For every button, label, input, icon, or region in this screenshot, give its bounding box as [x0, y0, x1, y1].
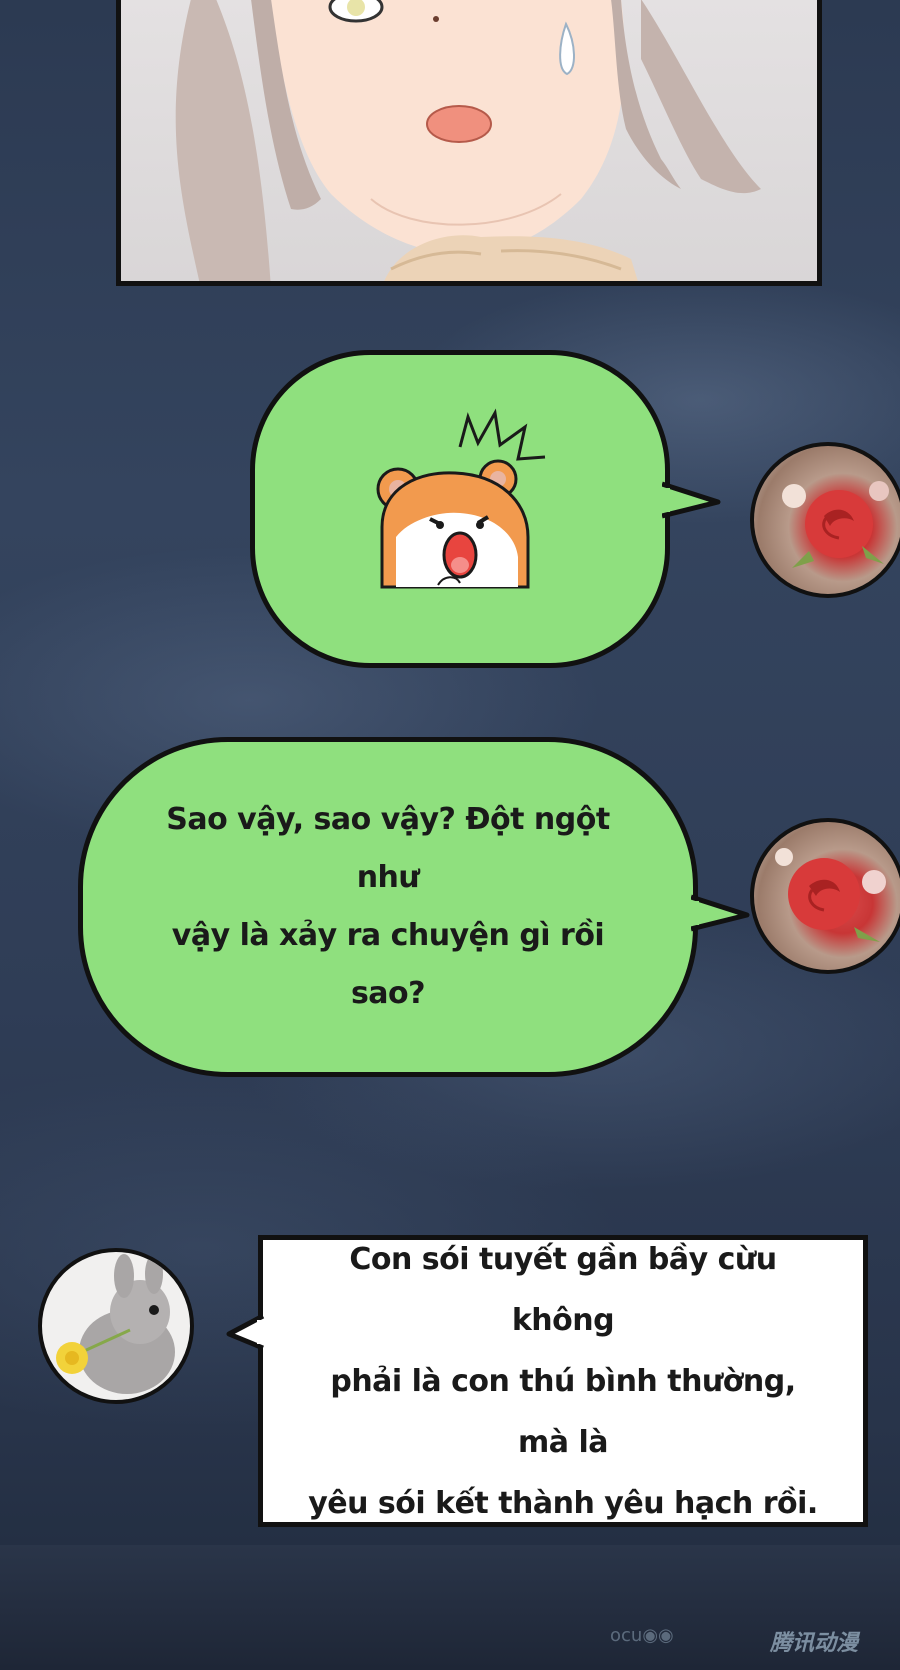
- watermark-logo-left: ocu◉◉: [610, 1625, 674, 1646]
- watermark-logo: 腾讯动漫: [770, 1631, 859, 1656]
- bubble-tail-left: [226, 1313, 265, 1351]
- comic-panel-girl-face: [116, 0, 822, 286]
- message-line: yêu sói kết thành yêu hạch rồi.: [308, 1485, 818, 1521]
- hamster-surprised-sticker: [376, 408, 546, 589]
- avatar-rose[interactable]: [750, 442, 900, 598]
- rose-icon: [775, 848, 886, 942]
- rose-icon: [782, 481, 889, 568]
- chat-bubble-outgoing-white: Con sói tuyết gần bầy cừu không phải là …: [258, 1235, 868, 1527]
- dark-ground-strip: [0, 1545, 900, 1670]
- bubble-tail-right: [691, 894, 750, 932]
- avatar-rose[interactable]: [750, 818, 900, 974]
- avatar-bunny[interactable]: [38, 1248, 194, 1404]
- message-line: vậy là xảy ra chuyện gì rồi sao?: [171, 918, 605, 1011]
- chat-message-text: Sao vậy, sao vậy? Đột ngột như vậy là xả…: [83, 742, 693, 1072]
- chat-bubble-incoming-green: Sao vậy, sao vậy? Đột ngột như vậy là xả…: [78, 737, 698, 1077]
- bubble-tail-right: [662, 481, 721, 519]
- girl-face-illustration: [175, 0, 761, 281]
- chat-bubble-sticker: [250, 350, 670, 668]
- chat-message-text: Con sói tuyết gần bầy cừu không phải là …: [263, 1240, 863, 1522]
- message-line: Sao vậy, sao vậy? Đột ngột như: [166, 802, 610, 895]
- message-line: Con sói tuyết gần bầy cừu không: [349, 1241, 777, 1338]
- bunny-icon: [56, 1254, 175, 1394]
- message-line: phải là con thú bình thường, mà là: [330, 1363, 796, 1460]
